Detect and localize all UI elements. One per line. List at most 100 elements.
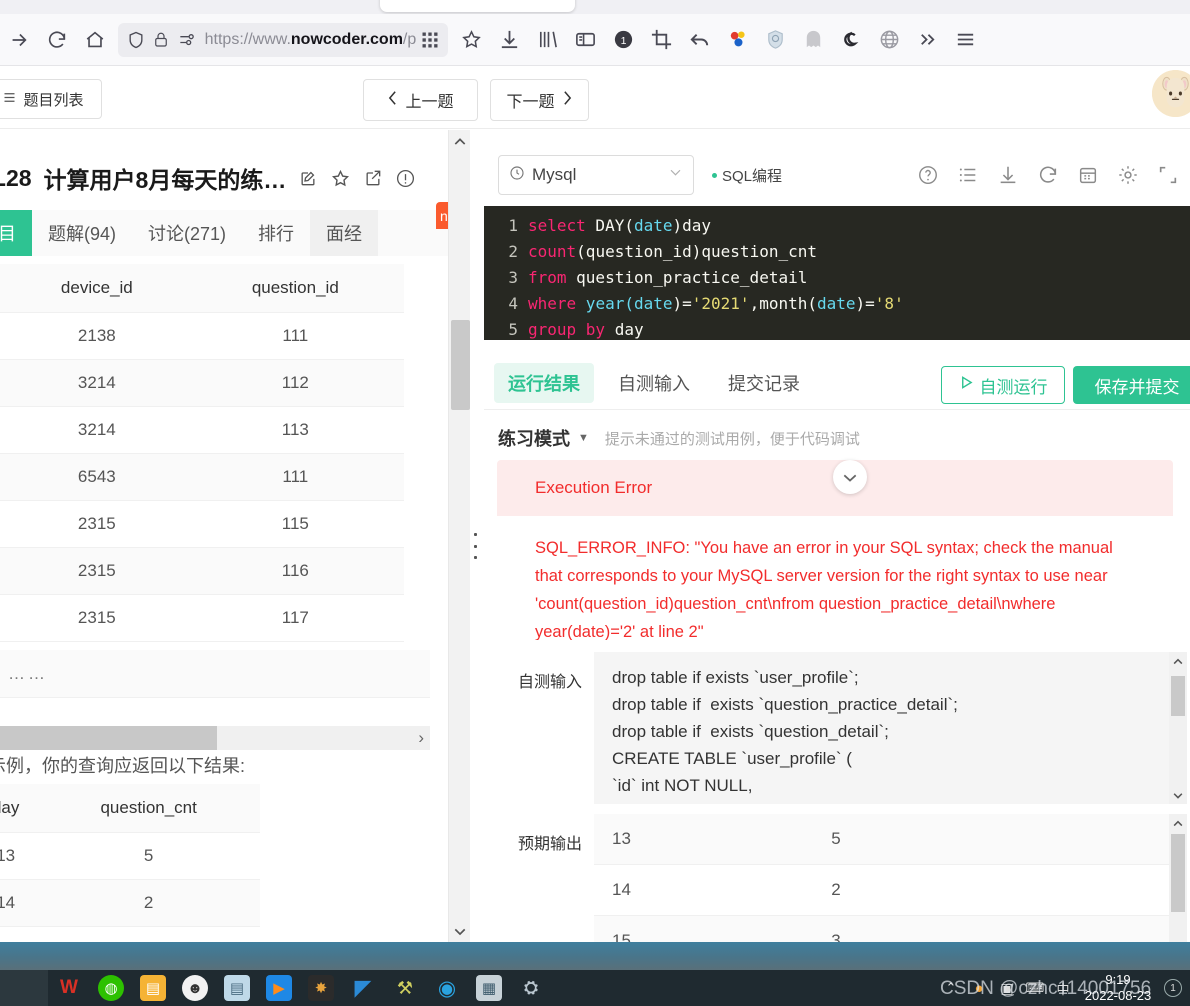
next-problem-button[interactable]: 下一题 — [490, 79, 589, 121]
recorder-app-icon[interactable]: ⛭ — [510, 970, 552, 1006]
favorite-star-icon[interactable] — [330, 168, 351, 189]
tab-submission-records[interactable]: 提交记录 — [714, 363, 814, 403]
qr-code-icon[interactable] — [418, 27, 442, 53]
share-external-icon[interactable] — [363, 168, 383, 188]
self-test-input-field[interactable]: drop table if exists `user_profile`; dro… — [594, 652, 1187, 804]
ghost-extension-icon[interactable] — [794, 21, 832, 59]
browser-navigation-bar: https://www.nowcoder.com/prac 1 — [0, 14, 1190, 66]
horizontal-scrollbar[interactable]: › — [0, 726, 430, 750]
action-center-icon[interactable]: 1 — [1160, 973, 1186, 1003]
tab-run-result[interactable]: 运行结果 — [494, 362, 594, 403]
wechat-icon[interactable]: ◍ — [90, 970, 132, 1006]
forward-arrow-icon[interactable] — [0, 21, 38, 59]
save-submit-button[interactable]: 保存并提交 — [1073, 366, 1190, 404]
shield-icon[interactable] — [124, 27, 148, 53]
info-circle-icon[interactable] — [395, 168, 416, 189]
java-ee-ide-icon[interactable]: ✸ — [300, 970, 342, 1006]
scroll-up-icon[interactable] — [1169, 814, 1187, 832]
keyboard-icon[interactable]: ⌨ — [1022, 973, 1048, 1003]
taskbar-clock[interactable]: 9:19 2022-08-23 — [1078, 972, 1158, 1004]
horizontal-scrollbar-thumb[interactable] — [0, 726, 217, 750]
hamburger-menu-icon[interactable] — [946, 21, 984, 59]
fullscreen-icon[interactable] — [1148, 155, 1188, 195]
left-panel-scrollbar[interactable] — [448, 130, 470, 942]
run-test-button[interactable]: 自测运行 — [941, 366, 1065, 404]
sidebar-icon[interactable] — [566, 21, 604, 59]
expected-output-field[interactable]: 13 5 14 2 15 3 — [594, 814, 1187, 942]
caret-down-icon[interactable]: ▼ — [578, 432, 589, 444]
edge-browser-icon[interactable]: ◉ — [426, 970, 468, 1006]
calendar-icon[interactable] — [1068, 155, 1108, 195]
self-test-input-value: drop table if exists `user_profile`; dro… — [612, 668, 958, 795]
scroll-down-icon[interactable] — [449, 920, 471, 942]
practice-mode-label[interactable]: 练习模式 — [498, 425, 570, 451]
column-header-device-id: device_id — [7, 264, 187, 313]
code-token: )= — [672, 293, 692, 313]
media-player-icon[interactable]: ▶ — [258, 970, 300, 1006]
scroll-up-icon[interactable] — [449, 130, 471, 152]
panel-splitter-handle[interactable] — [470, 533, 480, 559]
adblock-shield-icon[interactable] — [756, 21, 794, 59]
qq-icon[interactable]: ● — [966, 973, 992, 1003]
library-icon[interactable] — [528, 21, 566, 59]
self-test-input-row: 自测输入 drop table if exists `user_profile`… — [484, 652, 1190, 804]
browser-tab[interactable] — [380, 0, 575, 12]
downloads-icon[interactable] — [490, 21, 528, 59]
color-balls-extension-icon[interactable] — [718, 21, 756, 59]
tab-discussion[interactable]: 讨论(271) — [132, 210, 242, 256]
account-badge-icon[interactable]: 1 — [604, 21, 642, 59]
table-header-row: id device_id question_id — [0, 264, 404, 313]
download-icon[interactable] — [988, 155, 1028, 195]
monitor-app-icon[interactable]: ▦ — [468, 970, 510, 1006]
edit-note-icon[interactable] — [298, 168, 318, 188]
crop-icon[interactable] — [642, 21, 680, 59]
home-icon[interactable] — [76, 21, 114, 59]
start-button[interactable] — [0, 970, 48, 1006]
sql-code-editor[interactable]: 1 select DAY(date)day 2 count(question_i… — [484, 206, 1190, 340]
loop-extension-icon[interactable] — [832, 21, 870, 59]
vscode-icon[interactable]: ◤ — [342, 970, 384, 1006]
problem-list-button[interactable]: 题目列表 — [0, 79, 102, 119]
tab-ranking[interactable]: 排行 — [242, 210, 310, 256]
permissions-icon[interactable] — [175, 27, 199, 53]
tray-chevron-up-icon[interactable]: ⌃ — [938, 973, 964, 1003]
chevron-down-icon[interactable] — [668, 165, 683, 185]
scrollbar-thumb[interactable] — [1171, 676, 1185, 716]
expected-output-scrollbar[interactable] — [1169, 814, 1187, 942]
code-line: 3 from question_practice_detail — [484, 264, 1190, 290]
ime-chinese-icon[interactable]: 中 — [1050, 973, 1076, 1003]
tab-solutions[interactable]: 题解(94) — [32, 210, 132, 256]
gear-icon[interactable] — [1108, 155, 1148, 195]
tools-icon[interactable]: ⚒ — [384, 970, 426, 1006]
globe-extension-icon[interactable] — [870, 21, 908, 59]
database-select[interactable]: Mysql — [498, 155, 694, 195]
undo-arrow-icon[interactable] — [680, 21, 718, 59]
file-explorer-icon[interactable]: ▤ — [132, 970, 174, 1006]
list-lines-icon[interactable] — [948, 155, 988, 195]
overflow-chevrons-icon[interactable] — [908, 21, 946, 59]
scroll-down-icon[interactable] — [1169, 786, 1187, 804]
url-bar[interactable]: https://www.nowcoder.com/prac — [118, 22, 448, 57]
help-circle-icon[interactable] — [908, 155, 948, 195]
sogou-input-icon[interactable]: ▣ — [994, 973, 1020, 1003]
self-test-input-scrollbar[interactable] — [1169, 652, 1187, 804]
wps-icon[interactable]: W — [48, 970, 90, 1006]
reload-icon[interactable] — [38, 21, 76, 59]
column-header-question-cnt: question_cnt — [37, 784, 260, 833]
prev-problem-button[interactable]: 上一题 — [363, 79, 478, 121]
left-panel-scrollbar-thumb[interactable] — [451, 320, 470, 410]
refresh-icon[interactable] — [1028, 155, 1068, 195]
collapse-editor-button[interactable] — [833, 460, 867, 494]
chevron-right-icon[interactable]: › — [418, 728, 424, 748]
scrollbar-thumb[interactable] — [1171, 834, 1185, 912]
scroll-up-icon[interactable] — [1169, 652, 1187, 670]
user-app-icon[interactable]: ☻ — [174, 970, 216, 1006]
notepad-icon[interactable]: ▤ — [216, 970, 258, 1006]
notification-badge: 1 — [1164, 979, 1182, 997]
bookmark-star-icon[interactable] — [452, 21, 490, 59]
self-test-input-label: 自测输入 — [517, 674, 582, 691]
code-token: '2021' — [691, 293, 750, 313]
tab-self-test-input[interactable]: 自测输入 — [604, 363, 704, 403]
tab-interview[interactable]: 面经 — [310, 210, 379, 256]
tab-problem[interactable]: 题目 — [0, 210, 32, 256]
